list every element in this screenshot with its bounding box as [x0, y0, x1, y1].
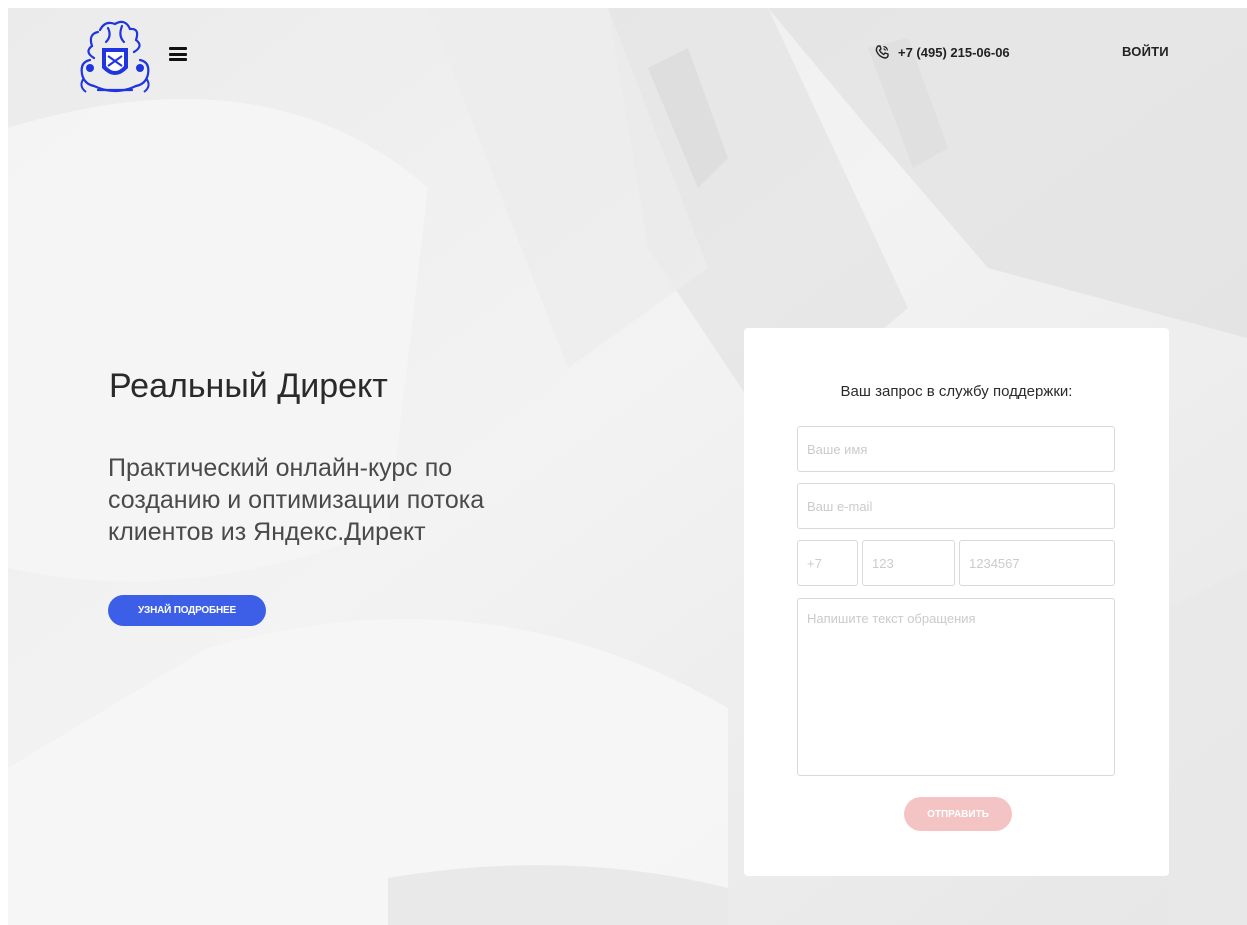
message-textarea[interactable]: [797, 598, 1115, 776]
phone-number-input[interactable]: [959, 540, 1115, 586]
phone-code-input[interactable]: [797, 540, 858, 586]
submit-button[interactable]: ОТПРАВИТЬ: [904, 797, 1012, 831]
learn-more-button[interactable]: УЗНАЙ ПОДРОБНЕЕ: [108, 595, 266, 626]
site-header: +7 (495) 215-06-06 ВОЙТИ: [8, 8, 1247, 108]
phone-number[interactable]: +7 (495) 215-06-06: [898, 45, 1010, 60]
form-title: Ваш запрос в службу поддержки:: [840, 383, 1073, 400]
hero-subtitle: Практический онлайн-курс по созданию и о…: [108, 454, 485, 546]
name-input[interactable]: [797, 426, 1115, 472]
phone-area-input[interactable]: [862, 540, 955, 586]
hamburger-menu-icon[interactable]: [169, 47, 187, 61]
login-link[interactable]: ВОЙТИ: [1122, 44, 1169, 59]
phone-icon: [875, 45, 889, 59]
email-input[interactable]: [797, 483, 1115, 529]
header-phone[interactable]: +7 (495) 215-06-06: [874, 44, 1010, 60]
page: +7 (495) 215-06-06 ВОЙТИ Реальный Директ…: [8, 8, 1247, 925]
hero-title: Реальный Директ: [109, 367, 388, 405]
menu-bar: [169, 52, 187, 56]
menu-bar: [169, 47, 187, 50]
menu-bar: [169, 58, 187, 61]
heraldic-crest-logo[interactable]: [70, 16, 160, 98]
support-request-form: Ваш запрос в службу поддержки: ОТПРАВИТЬ: [744, 328, 1169, 876]
